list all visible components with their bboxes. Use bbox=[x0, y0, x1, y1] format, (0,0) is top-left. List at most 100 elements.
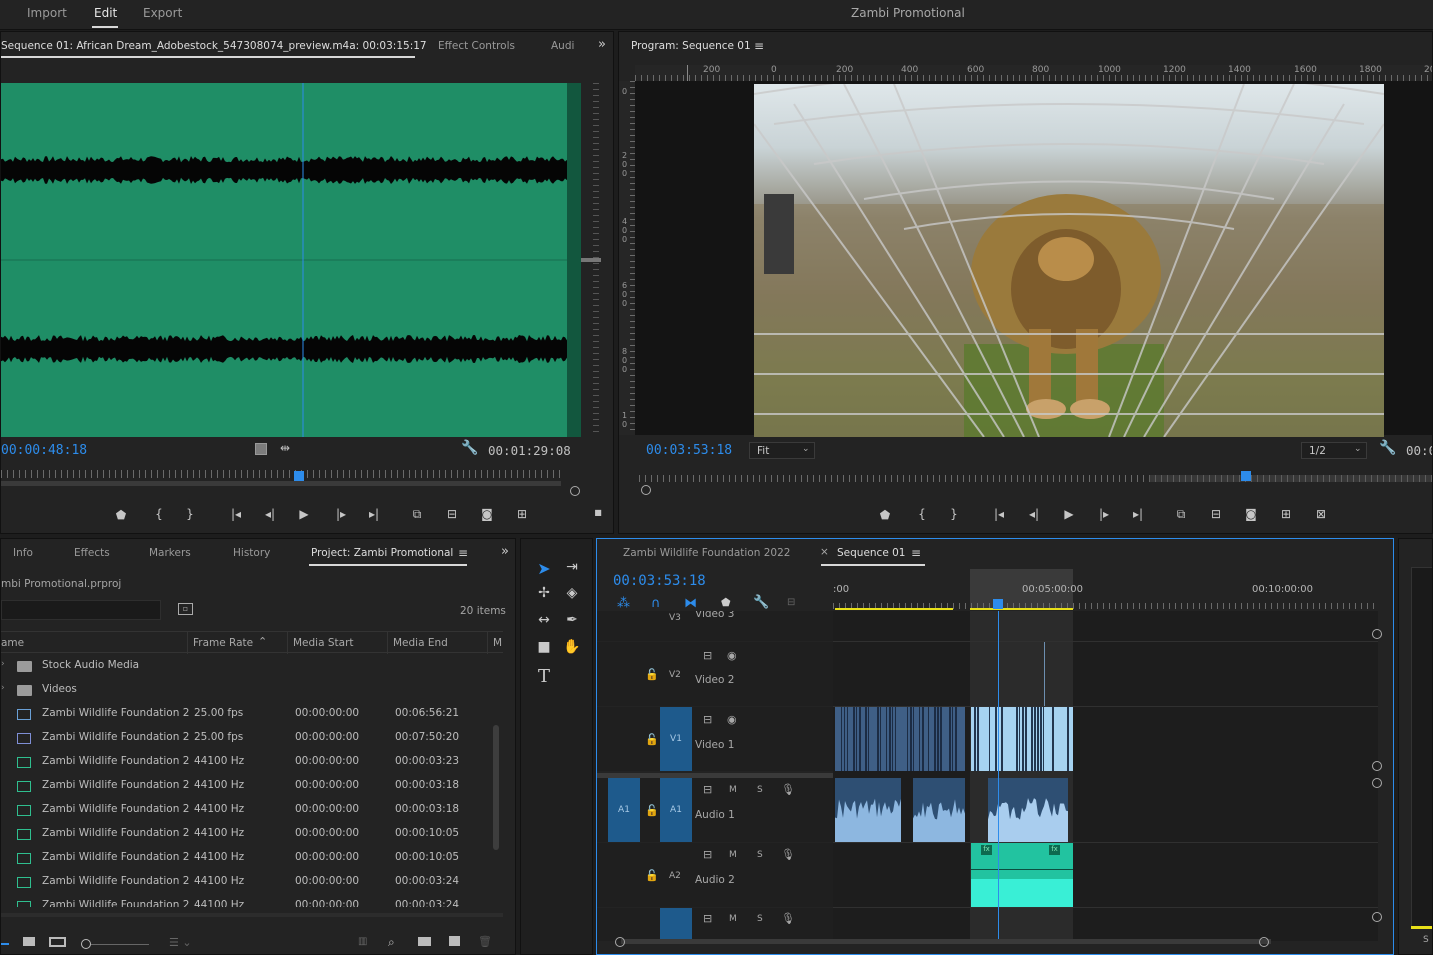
more-panels-icon[interactable]: » bbox=[501, 544, 509, 559]
table-row[interactable]: Zambi Wildlife Foundation 2 44100 Hz 00:00… bbox=[1, 847, 491, 871]
lift-icon[interactable]: ⧉ bbox=[1171, 507, 1191, 522]
drag-audio-icon[interactable]: ⇹ bbox=[280, 441, 290, 455]
step-back-icon[interactable]: ◂| bbox=[260, 507, 280, 521]
add-marker-icon[interactable]: ⬟ bbox=[721, 596, 731, 609]
timeline-tab-sequence[interactable]: Sequence 01 bbox=[837, 547, 906, 559]
volume-rubber-band[interactable] bbox=[971, 869, 1073, 870]
step-forward-icon[interactable]: |▸ bbox=[1094, 507, 1114, 521]
table-row[interactable]: Zambi Wildlife Foundation 2 25.00 fps 00:0… bbox=[1, 727, 491, 751]
zoom-level-dropdown[interactable]: Fit ⌄ bbox=[749, 442, 815, 459]
column-media-end[interactable]: Media End bbox=[393, 637, 448, 649]
lock-icon[interactable]: 🔓 bbox=[645, 668, 659, 681]
expand-arrow-icon[interactable]: › bbox=[1, 683, 5, 693]
go-to-in-icon[interactable]: |◂ bbox=[226, 507, 246, 521]
mark-in-icon[interactable]: { bbox=[912, 507, 932, 521]
source-current-timecode[interactable]: 00:00:48:18 bbox=[1, 443, 87, 458]
microphone-icon[interactable]: 🎙 bbox=[781, 848, 795, 861]
hand-tool-icon[interactable]: ✋ bbox=[561, 639, 583, 655]
tab-project[interactable]: Project: Zambi Promotional bbox=[311, 547, 453, 559]
go-to-out-icon[interactable]: ▸| bbox=[1128, 507, 1148, 521]
track-lanes[interactable]: fx fx bbox=[833, 611, 1378, 941]
table-row[interactable]: Zambi Wildlife Foundation 2 25.00 fps 00:0… bbox=[1, 703, 491, 727]
sort-ascending-icon[interactable]: ⌃ bbox=[258, 635, 267, 648]
program-playhead[interactable] bbox=[1241, 471, 1251, 481]
type-tool-icon[interactable]: T bbox=[533, 666, 555, 687]
table-row[interactable]: Zambi Wildlife Foundation 2 44100 Hz 00:00… bbox=[1, 871, 491, 895]
zoom-slider-track[interactable] bbox=[91, 944, 149, 945]
zoom-handle-left[interactable] bbox=[615, 937, 625, 947]
table-row[interactable]: Zambi Wildlife Foundation 2 44100 Hz 00:00… bbox=[1, 823, 491, 847]
sort-icons-icon[interactable]: ☰ ⌄ bbox=[169, 936, 192, 949]
audio-clip-a1-b[interactable] bbox=[913, 778, 965, 842]
timeline-menu-icon[interactable]: ≡ bbox=[911, 546, 921, 560]
icon-view-icon[interactable] bbox=[23, 937, 35, 946]
timeline-timecode[interactable]: 00:03:53:18 bbox=[613, 573, 706, 589]
freeform-view-icon[interactable] bbox=[49, 937, 66, 947]
audio-clip-a2[interactable]: fx fx bbox=[971, 843, 1073, 907]
lock-icon[interactable]: 🔓 bbox=[645, 804, 659, 817]
column-more[interactable]: M bbox=[493, 637, 502, 649]
timeline-playhead-line[interactable] bbox=[998, 611, 999, 941]
tab-info[interactable]: Info bbox=[13, 547, 33, 559]
new-bin-from-search-icon[interactable]: ▫ bbox=[178, 603, 193, 615]
panel-menu-icon[interactable]: ≡ bbox=[458, 546, 468, 560]
tab-markers[interactable]: Markers bbox=[149, 547, 191, 559]
trash-icon[interactable]: 🗑 bbox=[478, 935, 492, 948]
new-bin-icon[interactable] bbox=[418, 937, 431, 946]
toggle-sync-icon[interactable]: ⊟ bbox=[703, 912, 712, 925]
step-back-icon[interactable]: ◂| bbox=[1024, 507, 1044, 521]
video-clip-v1-a[interactable] bbox=[835, 707, 965, 771]
video-scroll-handle[interactable] bbox=[1372, 629, 1382, 639]
zoom-handle-right[interactable] bbox=[1259, 937, 1269, 947]
find-icon[interactable]: ⌕ bbox=[388, 935, 395, 950]
snap-magnet-icon[interactable]: ∩ bbox=[651, 596, 661, 611]
audio-clip-a1-a[interactable] bbox=[835, 778, 901, 842]
column-frame-rate[interactable]: Frame Rate bbox=[193, 637, 253, 649]
zoom-handle[interactable] bbox=[570, 486, 580, 496]
button-editor-icon[interactable]: ⊞ bbox=[512, 507, 532, 521]
audio-scroll-handle[interactable] bbox=[1372, 778, 1382, 788]
timeline-settings-wrench-icon[interactable]: 🔧 bbox=[753, 595, 769, 610]
source-monitor-tab[interactable]: Sequence 01: African Dream_Adobestock_54… bbox=[1, 40, 427, 52]
expand-arrow-icon[interactable]: › bbox=[1, 659, 5, 669]
workspace-tab-import[interactable]: Import bbox=[27, 6, 67, 20]
meter-solo-button[interactable]: S bbox=[1423, 935, 1429, 945]
table-row[interactable]: Zambi Wildlife Foundation 2 44100 Hz 00:00… bbox=[1, 751, 491, 775]
export-frame-icon[interactable]: ◙ bbox=[1241, 507, 1261, 521]
tab-history[interactable]: History bbox=[233, 547, 270, 559]
toggle-sync-icon[interactable]: ⊟ bbox=[703, 649, 712, 662]
go-to-in-icon[interactable]: |◂ bbox=[989, 507, 1009, 521]
table-row[interactable]: Zambi Wildlife Foundation 2 44100 Hz 00:00… bbox=[1, 895, 491, 907]
list-view-icon[interactable] bbox=[1, 935, 9, 945]
eye-icon[interactable]: ◉ bbox=[727, 713, 737, 726]
mark-out-icon[interactable]: } bbox=[944, 507, 964, 521]
timeline-zoom-bar[interactable] bbox=[621, 939, 1271, 944]
workspace-tab-export[interactable]: Export bbox=[143, 6, 182, 20]
play-icon[interactable]: ▶ bbox=[294, 507, 314, 521]
slip-tool-icon[interactable]: ↔ bbox=[533, 612, 555, 628]
settings-wrench-icon[interactable]: 🔧 bbox=[461, 440, 478, 456]
eye-icon[interactable]: ◉ bbox=[727, 649, 737, 662]
go-to-out-icon[interactable]: ▸| bbox=[364, 507, 384, 521]
insert-icon[interactable]: ⧉ bbox=[407, 507, 427, 522]
toggle-sync-icon[interactable]: ⊟ bbox=[703, 848, 712, 861]
target-track-a3[interactable] bbox=[660, 908, 692, 941]
tab-audio[interactable]: Audi bbox=[551, 40, 574, 52]
list-item[interactable]: › Videos bbox=[1, 679, 491, 703]
video-clip-v1-b[interactable] bbox=[971, 707, 1073, 771]
zoom-slider-handle[interactable] bbox=[81, 939, 91, 949]
target-track-v1[interactable]: V1 bbox=[660, 707, 692, 771]
add-marker-icon[interactable]: ⬟ bbox=[111, 508, 131, 522]
source-playhead[interactable] bbox=[294, 471, 304, 481]
lock-icon[interactable]: 🔓 bbox=[645, 869, 659, 882]
program-viewer[interactable] bbox=[635, 81, 1432, 437]
search-input[interactable] bbox=[1, 600, 161, 620]
mute-button[interactable]: M bbox=[729, 785, 737, 795]
mark-in-icon[interactable]: { bbox=[149, 507, 169, 521]
lock-icon[interactable]: 🔓 bbox=[645, 733, 659, 746]
ripple-edit-tool-icon[interactable]: ✢ bbox=[533, 585, 555, 601]
tab-effect-controls[interactable]: Effect Controls bbox=[438, 40, 515, 52]
project-scrollbar[interactable] bbox=[493, 725, 499, 850]
drag-video-icon[interactable] bbox=[255, 443, 267, 455]
track-select-tool-icon[interactable]: ⇥ bbox=[561, 559, 583, 575]
